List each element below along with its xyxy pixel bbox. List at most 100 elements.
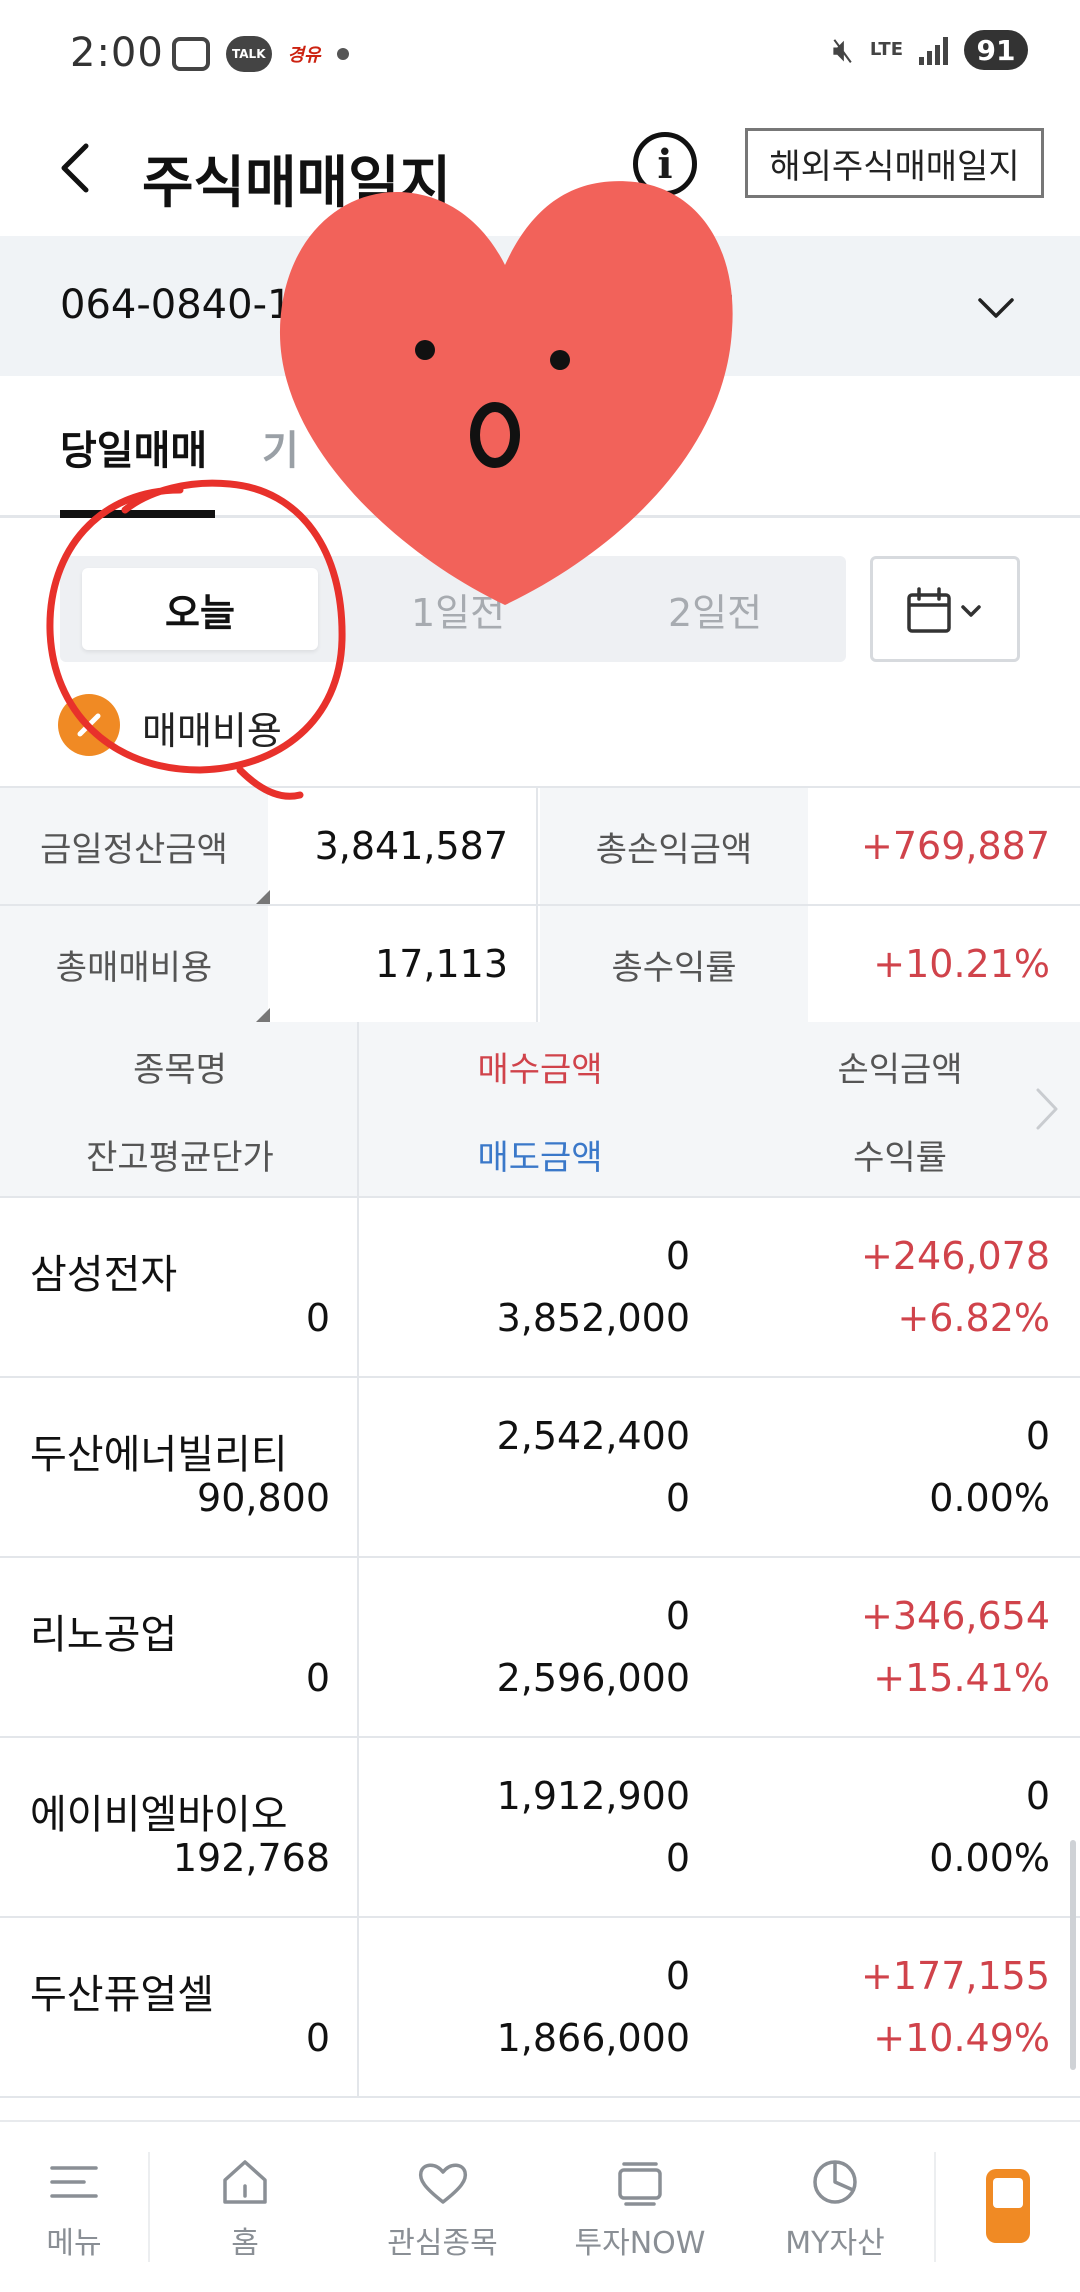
summary-row: 총매매비용 17,113 총수익률 +10.21% <box>0 906 1080 1024</box>
phone-order-icon <box>985 2169 1030 2243</box>
kakaotalk-icon: TALK <box>226 36 272 72</box>
column-divider <box>357 1738 359 1916</box>
column-divider <box>357 1558 359 1736</box>
header-pl-amount: 손익금액 <box>837 1050 963 1090</box>
avg-price: 0 <box>305 1656 330 1700</box>
sell-amount: 0 <box>665 1836 690 1880</box>
nav-invest-now-label: 투자NOW <box>574 2226 706 2261</box>
chevron-down-icon[interactable] <box>976 288 1016 328</box>
avg-price: 90,800 <box>197 1476 330 1520</box>
column-divider <box>357 1918 359 2096</box>
sell-amount: 0 <box>665 1476 690 1520</box>
column-divider <box>357 1378 359 1556</box>
foreign-stock-journal-button[interactable]: 해외주식매매일지 <box>745 128 1044 198</box>
total-fee-amount: 17,113 <box>375 942 508 986</box>
stock-name: 에이비엘바이오 <box>30 1792 288 1838</box>
status-system-icons: 🔇︎ LTE 91 <box>832 30 1028 70</box>
table-row[interactable]: 두산퓨얼셀 0 0 1,866,000 +177,155 +10.49% <box>0 1918 1080 2098</box>
lte-icon: LTE <box>869 39 903 60</box>
buy-amount: 0 <box>665 1594 690 1638</box>
pl-amount: +246,078 <box>861 1234 1050 1278</box>
red-circle-annotation <box>46 479 346 800</box>
header-avg-price: 잔고평균단가 <box>86 1138 274 1178</box>
header-stock-name: 종목명 <box>133 1050 227 1090</box>
return-rate: +10.49% <box>873 2016 1050 2060</box>
total-return-label: 총수익률 <box>540 906 808 1022</box>
chevron-right-icon[interactable] <box>1032 1084 1062 1134</box>
total-pl-value: +769,887 <box>861 824 1050 868</box>
total-return-value: +10.21% <box>873 942 1050 986</box>
stock-name: 두산에너빌리티 <box>30 1432 288 1478</box>
pl-amount: +346,654 <box>861 1594 1050 1638</box>
avg-price: 192,768 <box>172 1836 330 1880</box>
nav-my-assets[interactable]: MY자산 <box>735 2122 935 2292</box>
return-rate: 0.00% <box>929 1476 1050 1520</box>
column-divider <box>357 1198 359 1376</box>
heart-icon <box>418 2163 467 2204</box>
app-notification-icon: 경유 <box>287 45 321 66</box>
calendar-icon <box>907 587 981 633</box>
stack-icon <box>618 2162 662 2206</box>
stock-name: 두산퓨얼셀 <box>30 1972 214 2018</box>
nav-invest-now[interactable]: 투자NOW <box>545 2122 735 2292</box>
header-sell-amount: 매도금액 <box>477 1138 603 1178</box>
total-fee-value[interactable]: 17,113 <box>256 906 538 1022</box>
pie-chart-icon <box>813 2160 857 2204</box>
nav-home-label: 홈 <box>231 2226 259 2261</box>
nav-my-assets-label: MY자산 <box>785 2226 885 2261</box>
column-divider <box>357 1022 359 1198</box>
tab-today-trades[interactable]: 당일매매 <box>60 418 207 476</box>
expand-corner-icon <box>256 1008 270 1022</box>
table-row[interactable]: 리노공업 0 0 2,596,000 +346,654 +15.41% <box>0 1558 1080 1738</box>
battery-icon: 91 <box>964 30 1028 70</box>
nav-home[interactable]: 홈 <box>150 2122 340 2292</box>
buy-amount: 2,542,400 <box>496 1414 690 1458</box>
nav-menu[interactable]: 메뉴 <box>0 2122 148 2292</box>
table-row[interactable]: 에이비엘바이오 192,768 1,912,900 0 0 0.00% <box>0 1738 1080 1918</box>
summary-grid: 금일정산금액 3,841,587 총손익금액 +769,887 총매매비용 17… <box>0 786 1080 1024</box>
home-icon <box>223 2160 267 2204</box>
quick-trade-button[interactable] <box>935 2120 1080 2292</box>
status-notification-icons: TALK 경유 <box>172 36 349 72</box>
avg-price: 0 <box>305 2016 330 2060</box>
return-rate: 0.00% <box>929 1836 1050 1880</box>
table-header: 종목명 잔고평균단가 매수금액 매도금액 손익금액 수익률 <box>0 1022 1080 1198</box>
header-buy-amount: 매수금액 <box>477 1050 603 1090</box>
nav-menu-label: 메뉴 <box>46 2226 102 2261</box>
sell-amount: 1,866,000 <box>496 2016 690 2060</box>
stock-name: 리노공업 <box>30 1612 178 1658</box>
buy-amount: 0 <box>665 1234 690 1278</box>
more-notifications-dot <box>336 48 349 60</box>
nav-watchlist[interactable]: 관심종목 <box>340 2122 545 2292</box>
pl-amount: 0 <box>1025 1774 1050 1818</box>
stock-list: 삼성전자 0 0 3,852,000 +246,078 +6.82% 두산에너빌리티 90,8… <box>0 1198 1080 2098</box>
bottom-navigation: 메뉴 홈 관심종목 투자NOW MY자산 <box>0 2120 1080 2292</box>
buy-amount: 0 <box>665 1954 690 1998</box>
header-return-rate: 수익률 <box>853 1138 947 1178</box>
buy-amount: 1,912,900 <box>496 1774 690 1818</box>
settlement-amount: 3,841,587 <box>314 824 508 868</box>
total-fee-label: 총매매비용 <box>0 906 268 1022</box>
calendar-button[interactable] <box>870 556 1020 662</box>
sell-amount: 3,852,000 <box>496 1296 690 1340</box>
return-rate: +15.41% <box>873 1656 1050 1700</box>
return-rate: +6.82% <box>897 1296 1050 1340</box>
avg-price: 0 <box>305 1296 330 1340</box>
status-time: 2:00 <box>70 30 164 76</box>
account-number: 064-0840-1 <box>60 282 293 328</box>
stock-name: 삼성전자 <box>30 1252 178 1298</box>
signal-icon <box>919 35 948 65</box>
sell-amount: 2,596,000 <box>496 1656 690 1700</box>
pl-amount: 0 <box>1025 1414 1050 1458</box>
scrollbar[interactable] <box>1070 1840 1076 2070</box>
screenshot-icon <box>172 37 210 71</box>
menu-icon <box>50 2166 98 2198</box>
pl-amount: +177,155 <box>861 1954 1050 1998</box>
table-row[interactable]: 삼성전자 0 0 3,852,000 +246,078 +6.82% <box>0 1198 1080 1378</box>
table-row[interactable]: 두산에너빌리티 90,800 2,542,400 0 0 0.00% <box>0 1378 1080 1558</box>
expand-corner-icon <box>256 890 270 904</box>
total-pl-label: 총손익금액 <box>540 788 808 904</box>
mute-icon: 🔇︎ <box>832 30 854 70</box>
back-arrow-icon[interactable] <box>52 138 102 198</box>
status-bar: 2:00 TALK 경유 🔇︎ LTE 91 <box>0 0 1080 110</box>
